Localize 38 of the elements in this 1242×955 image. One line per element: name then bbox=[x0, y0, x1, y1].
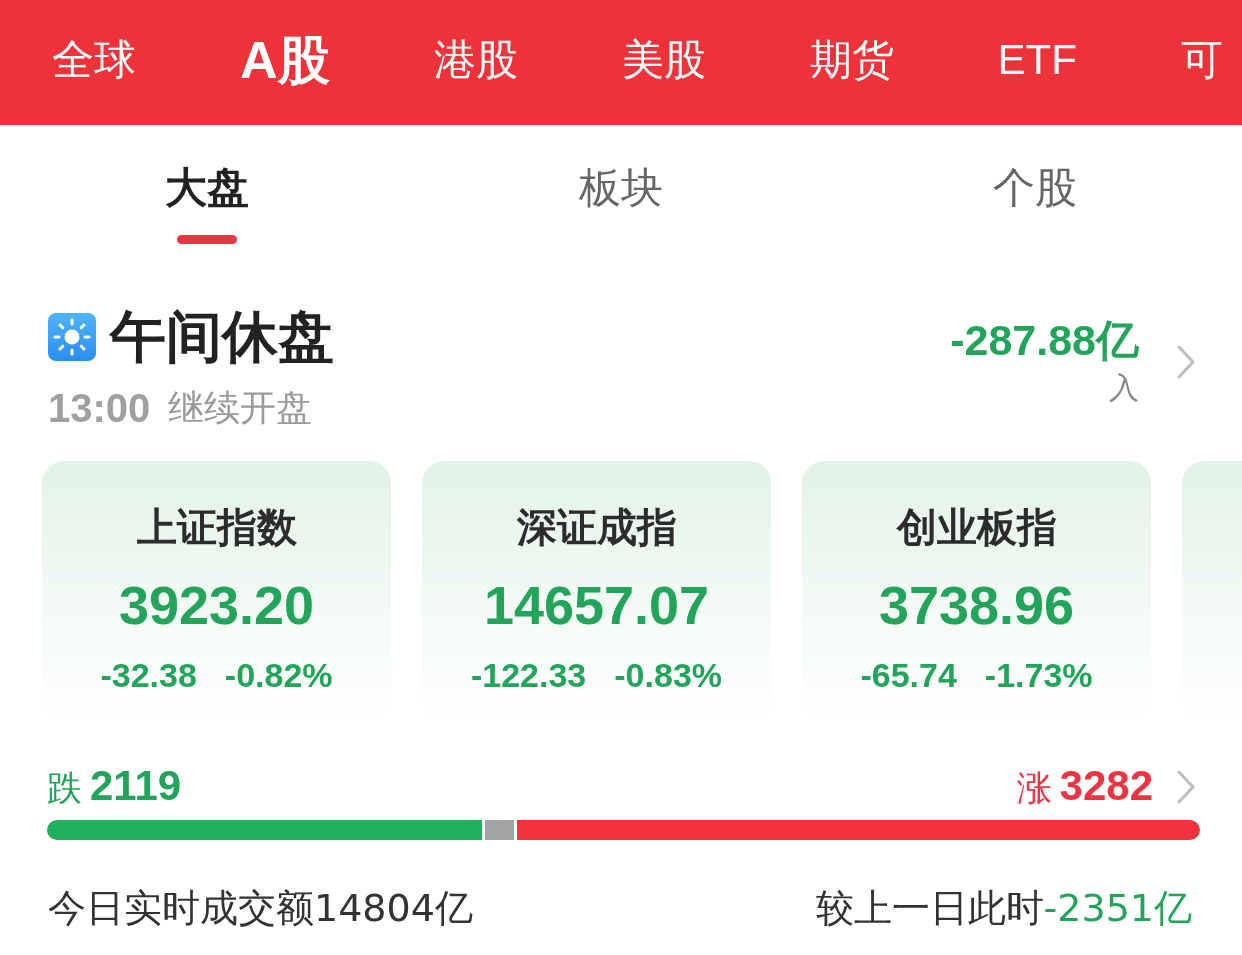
turnover-text: 今日实时成交额14804亿 bbox=[48, 885, 473, 931]
advancers-label: 涨 bbox=[1016, 767, 1052, 810]
index-change: -122.33 bbox=[470, 655, 587, 695]
market-tab[interactable]: 全球 bbox=[52, 33, 136, 86]
market-tab[interactable]: ETF bbox=[997, 33, 1077, 86]
sub-tab[interactable]: 个股 bbox=[993, 125, 1077, 213]
index-change-percent: -0.83% bbox=[614, 655, 723, 695]
chevron-right-icon[interactable] bbox=[1177, 344, 1195, 379]
market-tab[interactable]: 美股 bbox=[621, 33, 706, 86]
session-status-title: 午间休盘 bbox=[110, 305, 334, 369]
sub-tab[interactable]: 板块 bbox=[579, 125, 663, 213]
market-tab[interactable]: 期货 bbox=[809, 33, 894, 86]
compare-value: -2351亿 bbox=[1043, 885, 1192, 931]
index-change-percent: -0.82% bbox=[224, 655, 333, 695]
index-value: 14657.07 bbox=[483, 574, 710, 637]
market-tab[interactable]: 可 bbox=[1180, 33, 1223, 86]
decliners-label: 跌 bbox=[47, 767, 82, 810]
compare-label: 较上一日此时 bbox=[815, 885, 1044, 931]
advancers-count: 3282 bbox=[1059, 761, 1153, 811]
market-tab[interactable]: 港股 bbox=[433, 33, 518, 86]
resume-time: 13:00 bbox=[48, 385, 151, 431]
index-change: -65.74 bbox=[860, 655, 957, 695]
net-flow-value: -287.88亿 bbox=[950, 315, 1139, 365]
decliners-count: 2119 bbox=[90, 761, 182, 811]
index-name: 创业板指 bbox=[896, 503, 1057, 551]
index-name: 上证指数 bbox=[136, 503, 297, 551]
net-flow-label: 入 bbox=[1109, 369, 1139, 407]
index-value: 3923.20 bbox=[118, 574, 315, 637]
index-value: 3738.96 bbox=[878, 574, 1075, 637]
index-change: -32.38 bbox=[100, 655, 197, 695]
resume-note: 继续开盘 bbox=[168, 386, 313, 430]
sub-tab[interactable]: 大盘 bbox=[165, 125, 249, 244]
index-name: 深证成指 bbox=[516, 503, 677, 551]
tab-underline bbox=[177, 235, 237, 244]
market-tab[interactable]: A股 bbox=[240, 29, 330, 90]
index-change-percent: -1.73% bbox=[984, 655, 1093, 695]
chevron-right-icon[interactable] bbox=[1177, 770, 1195, 804]
sun-icon bbox=[48, 313, 96, 361]
